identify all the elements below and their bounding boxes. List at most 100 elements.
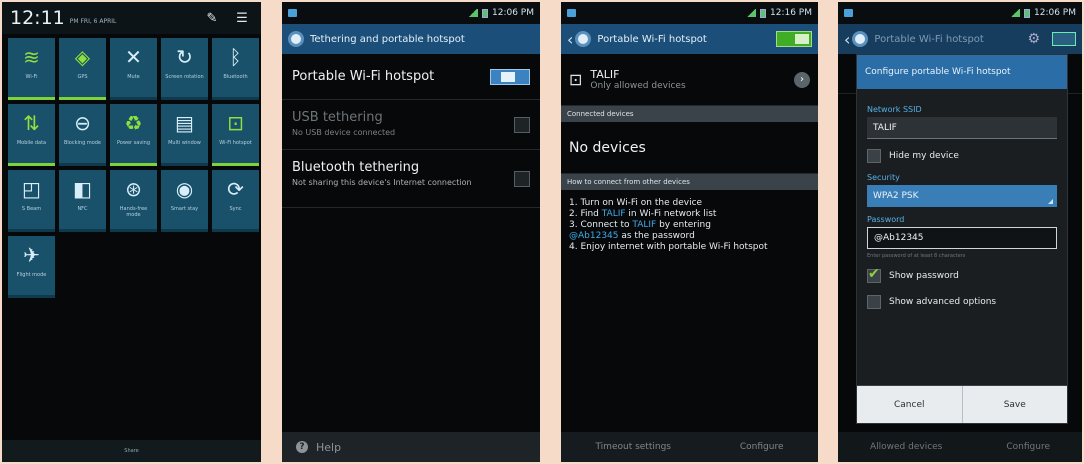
settings-icon[interactable] <box>852 31 869 47</box>
show-advanced-checkbox[interactable] <box>867 295 881 309</box>
notification-panel-screen: 12:11 PM FRI, 6 APRIL ✎ ☰ ≋ Wi-Fi ◈ GPS ✕ Mut… <box>2 2 261 462</box>
tile-label: Hands-free mode <box>119 206 148 218</box>
hotspot-switch[interactable] <box>1052 32 1076 46</box>
toggle-mobile-data[interactable]: ⇅ Mobile data <box>8 104 55 166</box>
tethering-screen: 12:06 PM Tethering and portable hotspot … <box>282 2 540 462</box>
cancel-button[interactable]: Cancel <box>857 386 962 423</box>
action-bar: Tethering and portable hotspot <box>282 24 540 54</box>
toggle-smart-stay[interactable]: ◉ Smart stay <box>161 170 208 232</box>
usb-checkbox[interactable] <box>514 116 530 133</box>
notification-icon <box>844 9 853 17</box>
tile-label: Blocking mode <box>63 140 102 146</box>
hide-device-option[interactable]: Hide my device <box>867 147 1057 165</box>
edit-icon[interactable]: ✎ <box>201 9 223 27</box>
network-subtitle: Only allowed devices <box>590 81 686 91</box>
nfc-icon: ◧ <box>73 177 92 201</box>
toggle-multi-window[interactable]: ▤ Multi window <box>161 104 208 166</box>
allowed-devices-button[interactable]: Allowed devices <box>870 442 942 452</box>
step-2: 2. Find TALIF in Wi-Fi network list <box>569 209 717 219</box>
connected-devices-header: Connected devices <box>561 106 818 122</box>
flight-mode-icon: ✈ <box>23 243 40 267</box>
toggle-power-saving[interactable]: ♻ Power saving <box>110 104 157 166</box>
footer-bar: Allowed devices Configure <box>838 432 1082 462</box>
hotspot-toggle[interactable] <box>490 68 530 85</box>
show-password-label: Show password <box>889 271 959 281</box>
dialog-title: Configure portable Wi-Fi hotspot <box>857 55 1067 89</box>
hotspot-row[interactable]: Portable Wi-Fi hotspot <box>282 54 540 100</box>
menu-icon[interactable]: ☰ <box>231 9 253 27</box>
footer-bar: Timeout settings Configure <box>561 432 818 462</box>
battery-icon <box>1024 8 1030 18</box>
bluetooth-icon: ᛒ <box>229 45 242 69</box>
usb-subtitle: No USB device connected <box>292 128 396 137</box>
configure-hotspot-screen: 12:06 PM ‹ Portable Wi-Fi hotspot ⚙ Conf… <box>838 2 1082 462</box>
usb-title: USB tethering <box>292 110 383 125</box>
tile-label: Mobile data <box>16 140 47 146</box>
chevron-right-icon[interactable]: › <box>794 71 810 88</box>
network-row[interactable]: ⊡ TALIF Only allowed devices › <box>561 54 818 106</box>
back-icon[interactable]: ‹ <box>567 30 573 49</box>
toggle-wifi[interactable]: ≋ Wi-Fi <box>8 38 55 100</box>
tile-label: NFC <box>77 206 88 212</box>
show-password-checkbox[interactable] <box>867 266 881 283</box>
password-input[interactable]: @Ab12345 <box>867 227 1057 249</box>
screen-title: Portable Wi-Fi hotspot <box>874 33 984 45</box>
help-button[interactable]: ? Help <box>282 432 540 462</box>
step-1: 1. Turn on Wi-Fi on the device <box>569 198 703 208</box>
configure-button[interactable]: Configure <box>740 442 784 452</box>
quick-settings-grid: ≋ Wi-Fi ◈ GPS ✕ Mute ↻ Screen rotation ᛒ Bluetoot… <box>2 34 261 298</box>
bluetooth-tethering-row[interactable]: Bluetooth tethering Not sharing this dev… <box>282 150 540 208</box>
toggle-blocking[interactable]: ⊖ Blocking mode <box>59 104 106 166</box>
back-icon[interactable]: ‹ <box>844 30 850 49</box>
tile-label: Flight mode <box>16 272 47 278</box>
configure-button[interactable]: Configure <box>1006 442 1050 452</box>
hide-device-label: Hide my device <box>889 151 959 161</box>
hotspot-switch[interactable] <box>776 31 812 47</box>
notification-icon <box>567 9 576 17</box>
panel-footer[interactable]: Share <box>2 440 261 462</box>
hotspot-icon: ⊡ <box>227 111 244 135</box>
action-bar: ‹ Portable Wi-Fi hotspot ⚙ <box>838 24 1082 54</box>
show-advanced-option[interactable]: Show advanced options <box>867 293 1057 311</box>
hands-free-icon: ⊛ <box>125 177 142 201</box>
toggle-nfc[interactable]: ◧ NFC <box>59 170 106 232</box>
tile-label: GPS <box>77 74 88 80</box>
toggle-hands-free[interactable]: ⊛ Hands-free mode <box>110 170 157 232</box>
s-beam-icon: ◰ <box>22 177 41 201</box>
step-3: 3. Connect to TALIF by entering @Ab12345 … <box>569 220 711 241</box>
gps-icon: ◈ <box>74 45 91 69</box>
security-select[interactable]: WPA2 PSK <box>867 185 1057 207</box>
bt-checkbox[interactable] <box>514 170 530 187</box>
toggle-hotspot[interactable]: ⊡ Wi-Fi hotspot <box>212 104 259 166</box>
help-icon: ? <box>296 441 308 453</box>
tile-label: Smart stay <box>170 206 199 212</box>
howto-header: How to connect from other devices <box>561 174 818 190</box>
toggle-bluetooth[interactable]: ᛒ Bluetooth <box>212 38 259 100</box>
save-button[interactable]: Save <box>961 386 1068 423</box>
screen-title: Tethering and portable hotspot <box>310 33 465 45</box>
mute-icon: ✕ <box>125 45 142 69</box>
toggle-flight-mode[interactable]: ✈ Flight mode <box>8 236 55 298</box>
wifi-icon: ≋ <box>23 45 40 69</box>
ssid-input[interactable]: TALIF <box>867 117 1057 139</box>
configure-dialog: Configure portable Wi-Fi hotspot Network… <box>856 54 1068 424</box>
toggle-mute[interactable]: ✕ Mute <box>110 38 157 100</box>
timeout-settings-button[interactable]: Timeout settings <box>595 442 671 452</box>
password-label: Password <box>867 215 905 224</box>
hotspot-screen: 12:16 PM ‹ Portable Wi-Fi hotspot ⊡ TALI… <box>561 2 818 462</box>
show-password-option[interactable]: Show password <box>867 266 1057 285</box>
toggle-gps[interactable]: ◈ GPS <box>59 38 106 100</box>
rotation-icon: ↻ <box>176 45 193 69</box>
gear-icon[interactable]: ⚙ <box>1027 31 1040 47</box>
hotspot-label: Portable Wi-Fi hotspot <box>292 69 435 84</box>
usb-tethering-row[interactable]: USB tethering No USB device connected <box>282 100 540 150</box>
status-time: 12:16 PM <box>770 8 812 18</box>
action-bar: ‹ Portable Wi-Fi hotspot <box>561 24 818 54</box>
toggle-rotation[interactable]: ↻ Screen rotation <box>161 38 208 100</box>
toggle-sync[interactable]: ⟳ Sync <box>212 170 259 232</box>
hide-device-checkbox[interactable] <box>867 149 881 163</box>
settings-icon[interactable] <box>575 31 592 47</box>
settings-icon[interactable] <box>288 31 304 47</box>
toggle-s-beam[interactable]: ◰ S Beam <box>8 170 55 232</box>
smart-stay-icon: ◉ <box>175 177 194 201</box>
